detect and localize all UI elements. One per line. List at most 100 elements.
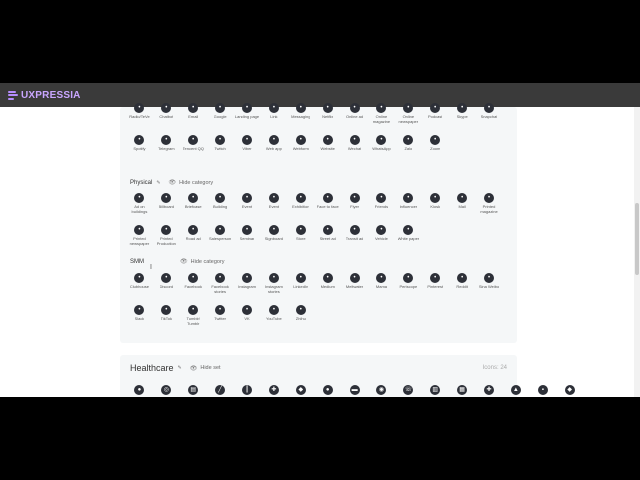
icon-tile[interactable]: • Facebook stories xyxy=(207,273,234,294)
online-magazine-icon: • xyxy=(376,103,387,113)
icon-tile[interactable]: • Building xyxy=(207,193,234,214)
icon-tile[interactable]: • Reddit xyxy=(449,273,476,294)
icon-tile[interactable]: ╱ xyxy=(207,385,234,395)
hide-category-link[interactable]: 👁 Hide category xyxy=(180,258,225,266)
icon-tile[interactable]: • Instagram xyxy=(234,273,261,294)
icon-tile[interactable]: • Friends xyxy=(368,193,395,214)
icon-tile[interactable]: ▦ xyxy=(449,385,476,395)
icon-tile[interactable]: • Seminar xyxy=(234,225,261,246)
icon-tile[interactable]: • Chatbot xyxy=(153,103,180,124)
icon-tile[interactable]: • Vehicle xyxy=(368,225,395,246)
icon-tile[interactable]: • Facebook xyxy=(180,273,207,294)
icon-tile[interactable]: ● xyxy=(126,385,153,395)
icon-tile[interactable]: ▥ xyxy=(422,385,449,395)
icon-tile[interactable]: • Wechat xyxy=(341,135,368,152)
icon-tile[interactable]: • Spotify xyxy=(126,135,153,152)
icon-tile[interactable]: • Face to face xyxy=(314,193,341,214)
icon-tile[interactable]: • YouTube xyxy=(260,305,287,326)
icon-tile[interactable]: • Skype xyxy=(449,103,476,124)
icon-tile[interactable]: • Google xyxy=(207,103,234,124)
icon-tile[interactable]: • Clubhouse xyxy=(126,273,153,294)
icon-tile[interactable]: • Tencent QQ xyxy=(180,135,207,152)
icon-tile[interactable]: • Zoom xyxy=(422,135,449,152)
icon-tile[interactable]: • TikTok xyxy=(153,305,180,326)
logo[interactable]: UXPRESSIA xyxy=(8,90,81,101)
icon-tile[interactable]: • Road ad xyxy=(180,225,207,246)
icon-tile[interactable]: • Briefcase xyxy=(180,193,207,214)
icon-tile[interactable]: • WhatsApp xyxy=(368,135,395,152)
icon-tile[interactable]: • Medium xyxy=(314,273,341,294)
icon-tile[interactable]: • Online newspaper xyxy=(395,103,422,124)
icon-tile[interactable]: • Snapchat xyxy=(476,103,503,124)
icon-tile[interactable]: ☏ xyxy=(395,385,422,395)
icon-tile[interactable]: • Email xyxy=(180,103,207,124)
icon-tile[interactable]: • Signboard xyxy=(260,225,287,246)
icon-tile[interactable]: • Mama xyxy=(368,273,395,294)
icon-tile[interactable]: • Link xyxy=(260,103,287,124)
hide-set-link[interactable]: 👁 Hide set xyxy=(190,365,221,372)
icon-row: • Ad on buildings • Billboard • Briefcase • Bui… xyxy=(126,193,502,214)
icon-tile[interactable]: • Radio/TeVe xyxy=(126,103,153,124)
icon-tile[interactable]: ▲ xyxy=(502,385,529,395)
icon-tile[interactable]: • Tumblr/ Tumblr xyxy=(180,305,207,326)
icon-tile[interactable]: • Kiosk xyxy=(422,193,449,214)
icon-tile[interactable]: ◎ xyxy=(153,385,180,395)
icon-tile[interactable]: • Billboard xyxy=(153,193,180,214)
icon-tile[interactable]: • Netflix xyxy=(314,103,341,124)
hide-category-link[interactable]: 👁 Hide category xyxy=(169,179,214,187)
app-window: UXPRESSIA • Radio/TeVe • Chatbot • Email • Goog… xyxy=(0,83,640,397)
icon-tile[interactable]: • Flyer xyxy=(341,193,368,214)
icon-tile[interactable]: • Messaging xyxy=(287,103,314,124)
icon-tile[interactable]: • Pinterest xyxy=(422,273,449,294)
icon-tile[interactable]: • Online magazine xyxy=(368,103,395,124)
icon-tile[interactable]: • Ad on buildings xyxy=(126,193,153,214)
icon-tile[interactable]: • Influencer xyxy=(395,193,422,214)
icon-tile[interactable]: • Web app xyxy=(260,135,287,152)
icon-tile[interactable]: • Viber xyxy=(234,135,261,152)
icon-tile[interactable]: • Podcast xyxy=(422,103,449,124)
icon-tile[interactable]: • Store xyxy=(287,225,314,246)
icon-tile[interactable]: • Transit ad xyxy=(341,225,368,246)
icon-tile[interactable]: ┃ xyxy=(234,385,261,395)
icon-tile[interactable]: ◉ xyxy=(368,385,395,395)
icon-tile[interactable]: ◆ xyxy=(287,385,314,395)
icon-tile[interactable]: ● xyxy=(314,385,341,395)
icon-tile[interactable]: • Webform xyxy=(287,135,314,152)
icon-tile[interactable]: • Twitter xyxy=(207,305,234,326)
icon-tile[interactable]: • White paper xyxy=(395,225,422,246)
scrollbar[interactable] xyxy=(634,107,640,397)
icon-tile[interactable]: ✚ xyxy=(476,385,503,395)
icon-tile[interactable]: • Printed newspaper xyxy=(126,225,153,246)
icon-tile[interactable]: • LinkedIn xyxy=(287,273,314,294)
icon-tile[interactable]: • VK xyxy=(234,305,261,326)
icon-tile[interactable]: • Event xyxy=(234,193,261,214)
icon-tile[interactable]: • Telegram xyxy=(153,135,180,152)
icon-tile[interactable]: • Zhihu xyxy=(287,305,314,326)
icon-tile[interactable]: • Sina Weibo xyxy=(476,273,503,294)
edit-pencil-icon[interactable]: ✎ xyxy=(178,365,182,371)
edit-pencil-icon[interactable]: ✎ xyxy=(156,180,160,186)
icon-tile[interactable]: • Exhibition xyxy=(287,193,314,214)
scrollbar-thumb[interactable] xyxy=(635,203,639,275)
icon-tile[interactable]: • Periscope xyxy=(395,273,422,294)
icon-tile[interactable]: • Twitch xyxy=(207,135,234,152)
icon-tile[interactable]: • Printed Production xyxy=(153,225,180,246)
icon-tile[interactable]: • Meltwater xyxy=(341,273,368,294)
icon-tile[interactable]: ▬ xyxy=(341,385,368,395)
icon-tile[interactable]: • Mail xyxy=(449,193,476,214)
icon-tile[interactable]: • Website xyxy=(314,135,341,152)
icon-tile[interactable]: • Slack xyxy=(126,305,153,326)
icon-tile[interactable]: ▤ xyxy=(180,385,207,395)
icon-tile[interactable]: • Online ad xyxy=(341,103,368,124)
icon-tile[interactable]: • Street ad xyxy=(314,225,341,246)
icon-tile[interactable]: • Salesperson xyxy=(207,225,234,246)
icon-tile[interactable]: • Landing page xyxy=(234,103,261,124)
icon-tile[interactable]: ✚ xyxy=(260,385,287,395)
icon-tile[interactable]: • Zalo xyxy=(395,135,422,152)
icon-tile[interactable]: • Instagram stories xyxy=(260,273,287,294)
icon-tile[interactable]: • Discord xyxy=(153,273,180,294)
icon-tile[interactable]: • Printed magazine xyxy=(476,193,503,214)
icon-tile[interactable]: • Event xyxy=(260,193,287,214)
icon-tile[interactable]: ◆ xyxy=(556,385,583,395)
icon-tile[interactable]: ▪ xyxy=(529,385,556,395)
